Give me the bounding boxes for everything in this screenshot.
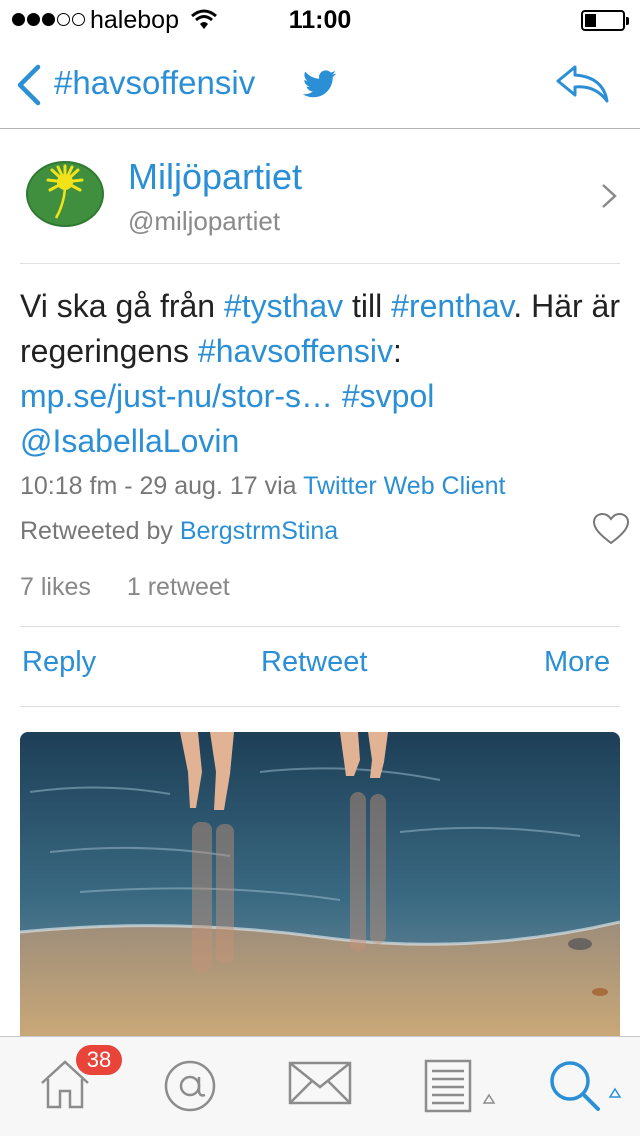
chevron-right-icon[interactable] bbox=[600, 182, 618, 210]
retweeted-by-label: Retweeted by bbox=[20, 517, 180, 545]
tweet-timestamp: 10:18 fm - 29 aug. 17 bbox=[20, 472, 258, 500]
heart-icon[interactable] bbox=[592, 512, 630, 546]
avatar[interactable] bbox=[20, 152, 110, 236]
tweet-text: Vi ska gå från #tysthav till #renthav. H… bbox=[20, 284, 620, 464]
notification-badge: 38 bbox=[76, 1045, 122, 1075]
battery-icon bbox=[581, 10, 629, 31]
retweeted-by: Retweeted by BergstrmStina bbox=[20, 517, 338, 546]
likes-count[interactable]: 7 likes bbox=[20, 573, 91, 601]
nav-title: #havsoffensiv bbox=[54, 64, 256, 101]
tweet-text-segment: till bbox=[343, 288, 392, 324]
search-icon[interactable] bbox=[548, 1059, 626, 1119]
via-label: via bbox=[257, 472, 304, 500]
twitter-bird-icon bbox=[303, 70, 337, 98]
retweeter-link[interactable]: BergstrmStina bbox=[180, 517, 338, 545]
more-button[interactable]: More bbox=[544, 646, 610, 679]
chevron-left-icon[interactable] bbox=[14, 64, 44, 106]
hashtag-link[interactable]: #renthav bbox=[391, 288, 513, 324]
retweet-button[interactable]: Retweet bbox=[261, 646, 367, 679]
author-name[interactable]: Miljöpartiet bbox=[128, 156, 302, 198]
author-handle: @miljopartiet bbox=[128, 206, 281, 236]
hashtag-link[interactable]: #svpol bbox=[342, 378, 435, 414]
retweets-count[interactable]: 1 retweet bbox=[127, 573, 230, 601]
hashtag-link[interactable]: #tysthav bbox=[224, 288, 343, 324]
reply-button[interactable]: Reply bbox=[22, 646, 96, 679]
status-bar: halebop 11:00 bbox=[0, 0, 640, 40]
status-time: 11:00 bbox=[288, 6, 352, 34]
tweet-text-segment bbox=[333, 378, 342, 414]
divider bbox=[20, 706, 620, 707]
client-link[interactable]: Twitter Web Client bbox=[303, 472, 505, 500]
tweet-media-image[interactable] bbox=[20, 732, 620, 1036]
divider bbox=[20, 263, 620, 264]
url-link[interactable]: mp.se/just-nu/stor-s… bbox=[20, 378, 333, 414]
hashtag-link[interactable]: #havsoffensiv bbox=[198, 333, 393, 369]
divider bbox=[20, 626, 620, 627]
tweet-text-segment: Vi ska gå från bbox=[20, 288, 224, 324]
reply-arrow-icon[interactable] bbox=[555, 64, 611, 104]
navigation-bar: #havsoffensiv bbox=[0, 40, 640, 129]
mentions-icon[interactable] bbox=[163, 1059, 217, 1113]
messages-icon[interactable] bbox=[288, 1059, 352, 1107]
mention-link[interactable]: @IsabellaLovin bbox=[20, 423, 239, 459]
tweet-meta: 10:18 fm - 29 aug. 17 via Twitter Web Cl… bbox=[20, 472, 505, 501]
lists-icon[interactable] bbox=[424, 1059, 498, 1113]
engagement-counts: 7 likes 1 retweet bbox=[20, 573, 266, 602]
tweet-text-segment: : bbox=[392, 333, 402, 369]
